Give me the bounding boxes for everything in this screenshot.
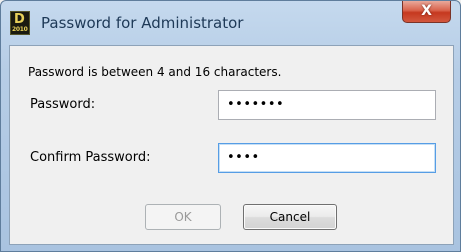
confirm-password-value: •••• (227, 150, 260, 165)
app-logo-icon: D 2010 (10, 11, 30, 35)
confirm-password-field[interactable]: •••• (218, 143, 436, 173)
ok-button[interactable]: OK (145, 204, 221, 230)
close-button[interactable]: X (402, 1, 451, 23)
password-value: ••••••• (227, 97, 285, 112)
cancel-button[interactable]: Cancel (243, 204, 337, 230)
title-bar[interactable]: D 2010 Password for Administrator X (1, 1, 460, 45)
password-field[interactable]: ••••••• (218, 90, 436, 120)
password-label: Password: (30, 97, 96, 112)
confirm-password-label: Confirm Password: (30, 150, 151, 165)
password-requirements-text: Password is between 4 and 16 characters. (28, 65, 282, 79)
app-logo-year: 2010 (12, 26, 28, 33)
app-logo-letter: D (14, 12, 25, 27)
password-dialog: D 2010 Password for Administrator X (0, 0, 461, 252)
close-icon[interactable]: X (403, 2, 450, 20)
dialog-title: Password for Administrator (41, 14, 244, 32)
